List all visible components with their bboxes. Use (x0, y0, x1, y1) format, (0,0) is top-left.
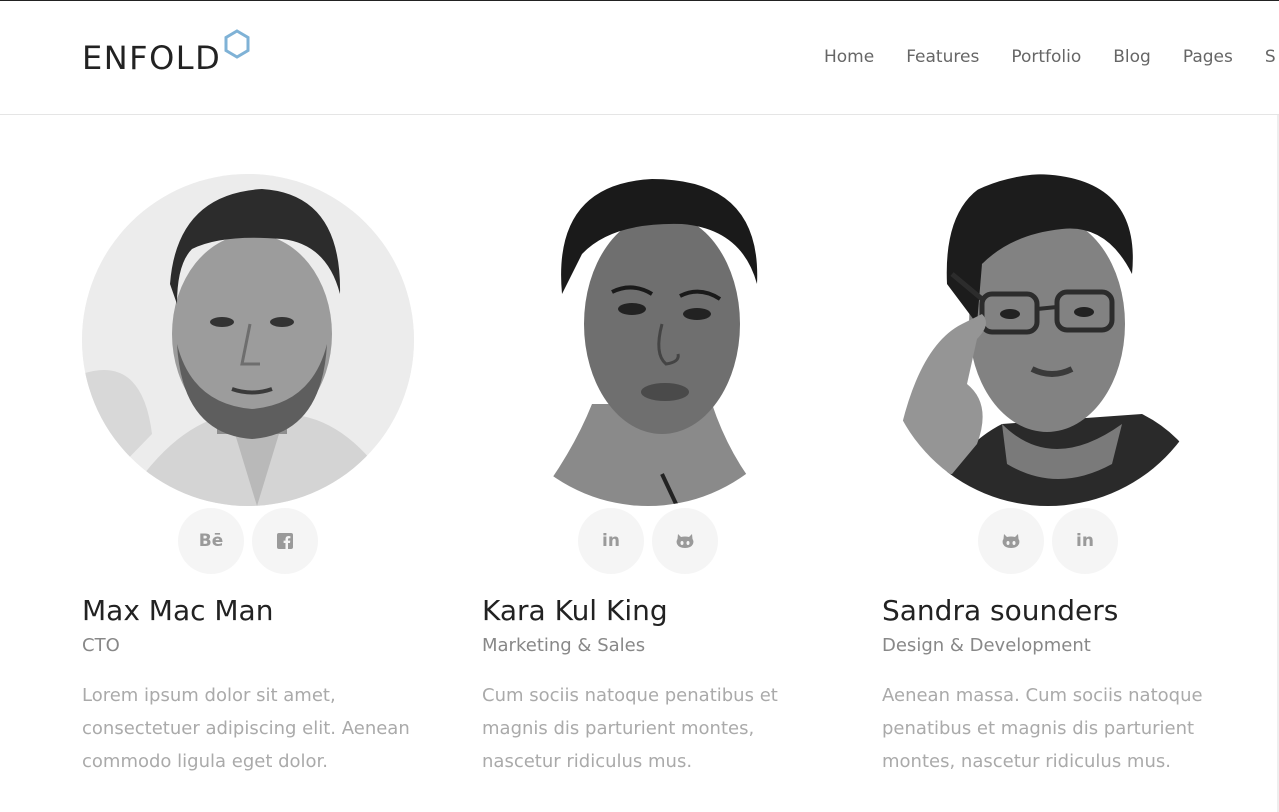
linkedin-icon[interactable]: in (578, 508, 644, 574)
github-glyph (676, 534, 694, 548)
linkedin-glyph: in (602, 531, 620, 551)
member-photo (882, 174, 1214, 506)
nav-blog[interactable]: Blog (1113, 45, 1151, 69)
behance-glyph: Bē (198, 531, 224, 551)
nav-features[interactable]: Features (906, 45, 979, 69)
nav-home[interactable]: Home (824, 45, 874, 69)
social-links: in (882, 508, 1214, 574)
github-glyph (1002, 534, 1020, 548)
member-role: Design & Development (882, 635, 1091, 656)
member-description: Lorem ipsum dolor sit amet, consectetuer… (82, 685, 410, 772)
main-nav: Home Features Portfolio Blog Pages S (824, 45, 1279, 69)
github-icon[interactable] (978, 508, 1044, 574)
facebook-icon[interactable] (252, 508, 318, 574)
site-header: ENFOLD Home Features Portfolio Blog Page… (0, 1, 1279, 115)
member-name: Sandra sounders (882, 594, 1119, 627)
team-member-card: Bē Max Mac Man CTO Lorem ipsum dolor sit… (82, 174, 422, 772)
github-icon[interactable] (652, 508, 718, 574)
member-name: Kara Kul King (482, 594, 668, 627)
logo-text: ENFOLD (82, 39, 222, 77)
nav-pages[interactable]: Pages (1183, 45, 1233, 69)
facebook-glyph (277, 533, 293, 549)
member-name: Max Mac Man (82, 594, 274, 627)
site-logo[interactable]: ENFOLD (82, 29, 252, 79)
linkedin-glyph: in (1076, 531, 1094, 551)
behance-icon[interactable]: Bē (178, 508, 244, 574)
social-links: Bē (82, 508, 414, 574)
nav-portfolio[interactable]: Portfolio (1011, 45, 1081, 69)
member-photo (82, 174, 414, 506)
team-member-card: in Sandra sounders Design & Development … (882, 174, 1222, 772)
member-description: Aenean massa. Cum sociis natoque penatib… (882, 685, 1203, 772)
linkedin-icon[interactable]: in (1052, 508, 1118, 574)
member-role: Marketing & Sales (482, 635, 646, 656)
hexagon-logo-icon (222, 29, 252, 64)
member-description: Cum sociis natoque penatibus et magnis d… (482, 685, 778, 772)
member-photo (482, 174, 814, 506)
member-role: CTO (82, 635, 120, 656)
nav-shop-truncated[interactable]: S (1265, 45, 1276, 69)
social-links: in (482, 508, 814, 574)
team-member-card: in Kara Kul King Marketing & Sales Cum s… (482, 174, 822, 772)
